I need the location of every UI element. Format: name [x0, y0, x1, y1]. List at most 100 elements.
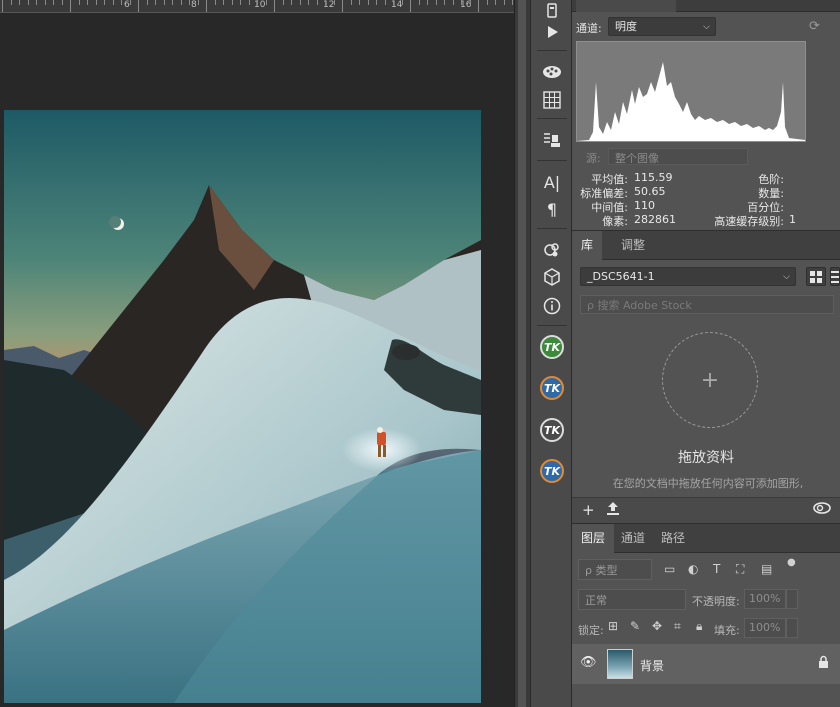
vertical-scrollbar[interactable]	[514, 0, 530, 707]
source-label: 源:	[586, 152, 601, 165]
visibility-eye-icon[interactable]: 👁︎	[580, 655, 597, 670]
lock-transparent-icon[interactable]: ⊞	[608, 619, 618, 633]
clone-source-icon[interactable]	[539, 127, 565, 153]
palette-icon[interactable]	[539, 59, 565, 85]
source-select[interactable]: 整个图像	[608, 148, 748, 165]
right-panels: 通道: 明度 ⌵ ⟳ 源: 整个图像 平均值: 115.59 标准偏差: 50.…	[572, 0, 840, 707]
source-value: 整个图像	[615, 152, 659, 165]
tk-panel-orange-icon[interactable]: TK	[539, 375, 565, 401]
ruler-tick	[214, 0, 216, 5]
library-select[interactable]: _DSC5641-1 ⌵	[580, 267, 796, 286]
ruler-tick	[291, 0, 292, 5]
ruler-tick	[61, 0, 63, 5]
cache-level-value: 1	[789, 213, 796, 226]
ruler-tick	[240, 0, 241, 5]
upload-icon[interactable]	[606, 501, 620, 519]
tk-panel-orange-2-icon[interactable]: TK	[539, 458, 565, 484]
shape-filter-icon[interactable]: ⛶	[736, 562, 744, 577]
info-icon[interactable]	[539, 293, 565, 319]
ruler-tick	[121, 0, 122, 5]
ruler-tick	[223, 0, 224, 5]
adjustment-filter-icon[interactable]: ◐	[688, 562, 698, 576]
fill-slider-toggle[interactable]	[786, 618, 798, 638]
grid-view-button[interactable]	[806, 267, 826, 286]
histogram-graph	[576, 41, 806, 142]
tab-layers[interactable]: 图层	[572, 524, 615, 553]
ruler-tick	[265, 0, 267, 5]
filter-toggle-icon[interactable]: ●	[787, 557, 796, 568]
type-filter-icon[interactable]: T	[713, 562, 720, 576]
drop-target[interactable]: +	[662, 332, 758, 428]
ruler-tick	[376, 0, 377, 5]
tk-panel-gray-icon[interactable]: TK	[539, 417, 565, 443]
ruler-tick	[44, 0, 46, 5]
layer-filter-select[interactable]: ρ 类型	[578, 559, 652, 580]
blend-mode-select[interactable]: 正常	[578, 589, 686, 610]
opacity-slider-toggle[interactable]	[786, 589, 798, 609]
creative-cloud-icon[interactable]	[812, 501, 832, 519]
ruler-tick	[325, 0, 326, 5]
add-icon[interactable]: +	[582, 501, 595, 519]
library-footer: +	[572, 497, 840, 523]
ruler-tick	[401, 0, 403, 5]
opacity-input[interactable]: 100%	[744, 589, 786, 609]
library-name: _DSC5641-1	[587, 270, 655, 283]
ruler-tick	[248, 0, 250, 5]
ruler-tick	[452, 0, 454, 5]
ruler-tick	[367, 0, 369, 5]
ruler-tick	[10, 0, 12, 5]
layer-thumbnail	[607, 649, 633, 679]
ruler-tick	[427, 0, 428, 5]
document-canvas[interactable]: 6 8 10 12 14 16	[0, 0, 514, 707]
lock-label: 锁定:	[578, 624, 604, 637]
layer-lock-icon	[818, 655, 829, 671]
lock-move-icon[interactable]: ✥	[652, 619, 662, 633]
ruler-tick	[189, 0, 190, 5]
chevron-down-icon: ⌵	[703, 22, 710, 32]
channel-select[interactable]: 明度 ⌵	[608, 17, 716, 36]
ruler-tick	[342, 0, 343, 12]
stock-search-input[interactable]: ρ 搜索 Adobe Stock	[580, 295, 834, 314]
tab-adjustments[interactable]: 调整	[612, 231, 654, 260]
panel-icon-strip: A| ¶ TK TK TK TK	[530, 0, 572, 707]
search-icon: ρ	[587, 299, 598, 312]
paragraph-icon[interactable]: ¶	[539, 196, 565, 222]
std-dev-value: 50.65	[634, 185, 666, 198]
ruler-tick	[155, 0, 156, 5]
learn-icon[interactable]	[539, 237, 565, 263]
fill-label: 填充:	[714, 624, 740, 637]
ruler-tick	[316, 0, 318, 5]
ruler-tick	[257, 0, 258, 5]
layer-row-background[interactable]: 👁︎ 背景	[572, 644, 840, 684]
refresh-icon[interactable]: ⟳	[809, 19, 820, 34]
ruler-tick	[444, 0, 445, 5]
play-icon[interactable]	[539, 19, 565, 45]
image-filter-icon[interactable]: ▭	[664, 562, 675, 576]
mean-value: 115.59	[634, 171, 673, 184]
lock-artboard-icon[interactable]: ⌗	[674, 619, 681, 634]
scroll-thumb[interactable]	[518, 0, 526, 707]
lock-brush-icon[interactable]: ✎	[630, 619, 640, 633]
opacity-label: 不透明度:	[692, 595, 740, 608]
tab-channels[interactable]: 通道	[612, 524, 654, 553]
character-icon[interactable]: A|	[539, 169, 565, 195]
blend-mode-value: 正常	[585, 594, 607, 607]
tab-libraries[interactable]: 库	[572, 231, 603, 260]
smart-object-filter-icon[interactable]: ▤	[761, 562, 772, 576]
list-view-button[interactable]	[830, 267, 840, 286]
tk-panel-green-icon[interactable]: TK	[539, 334, 565, 360]
library-tabbar: 库 调整	[572, 230, 840, 260]
ruler-tick	[78, 0, 80, 5]
ruler-tick	[478, 0, 479, 12]
fill-value: 100%	[749, 621, 781, 634]
lock-all-icon[interactable]: 🔒︎	[696, 619, 702, 634]
tab-paths[interactable]: 路径	[652, 524, 694, 553]
ruler-tick	[282, 0, 284, 5]
fill-input[interactable]: 100%	[744, 618, 786, 638]
ruler-tick	[418, 0, 420, 5]
3d-cube-icon[interactable]	[539, 264, 565, 290]
ruler-tick	[172, 0, 173, 5]
stock-search-placeholder: 搜索 Adobe Stock	[597, 299, 692, 312]
grid-swatches-icon[interactable]	[539, 87, 565, 113]
median-value: 110	[634, 199, 655, 212]
